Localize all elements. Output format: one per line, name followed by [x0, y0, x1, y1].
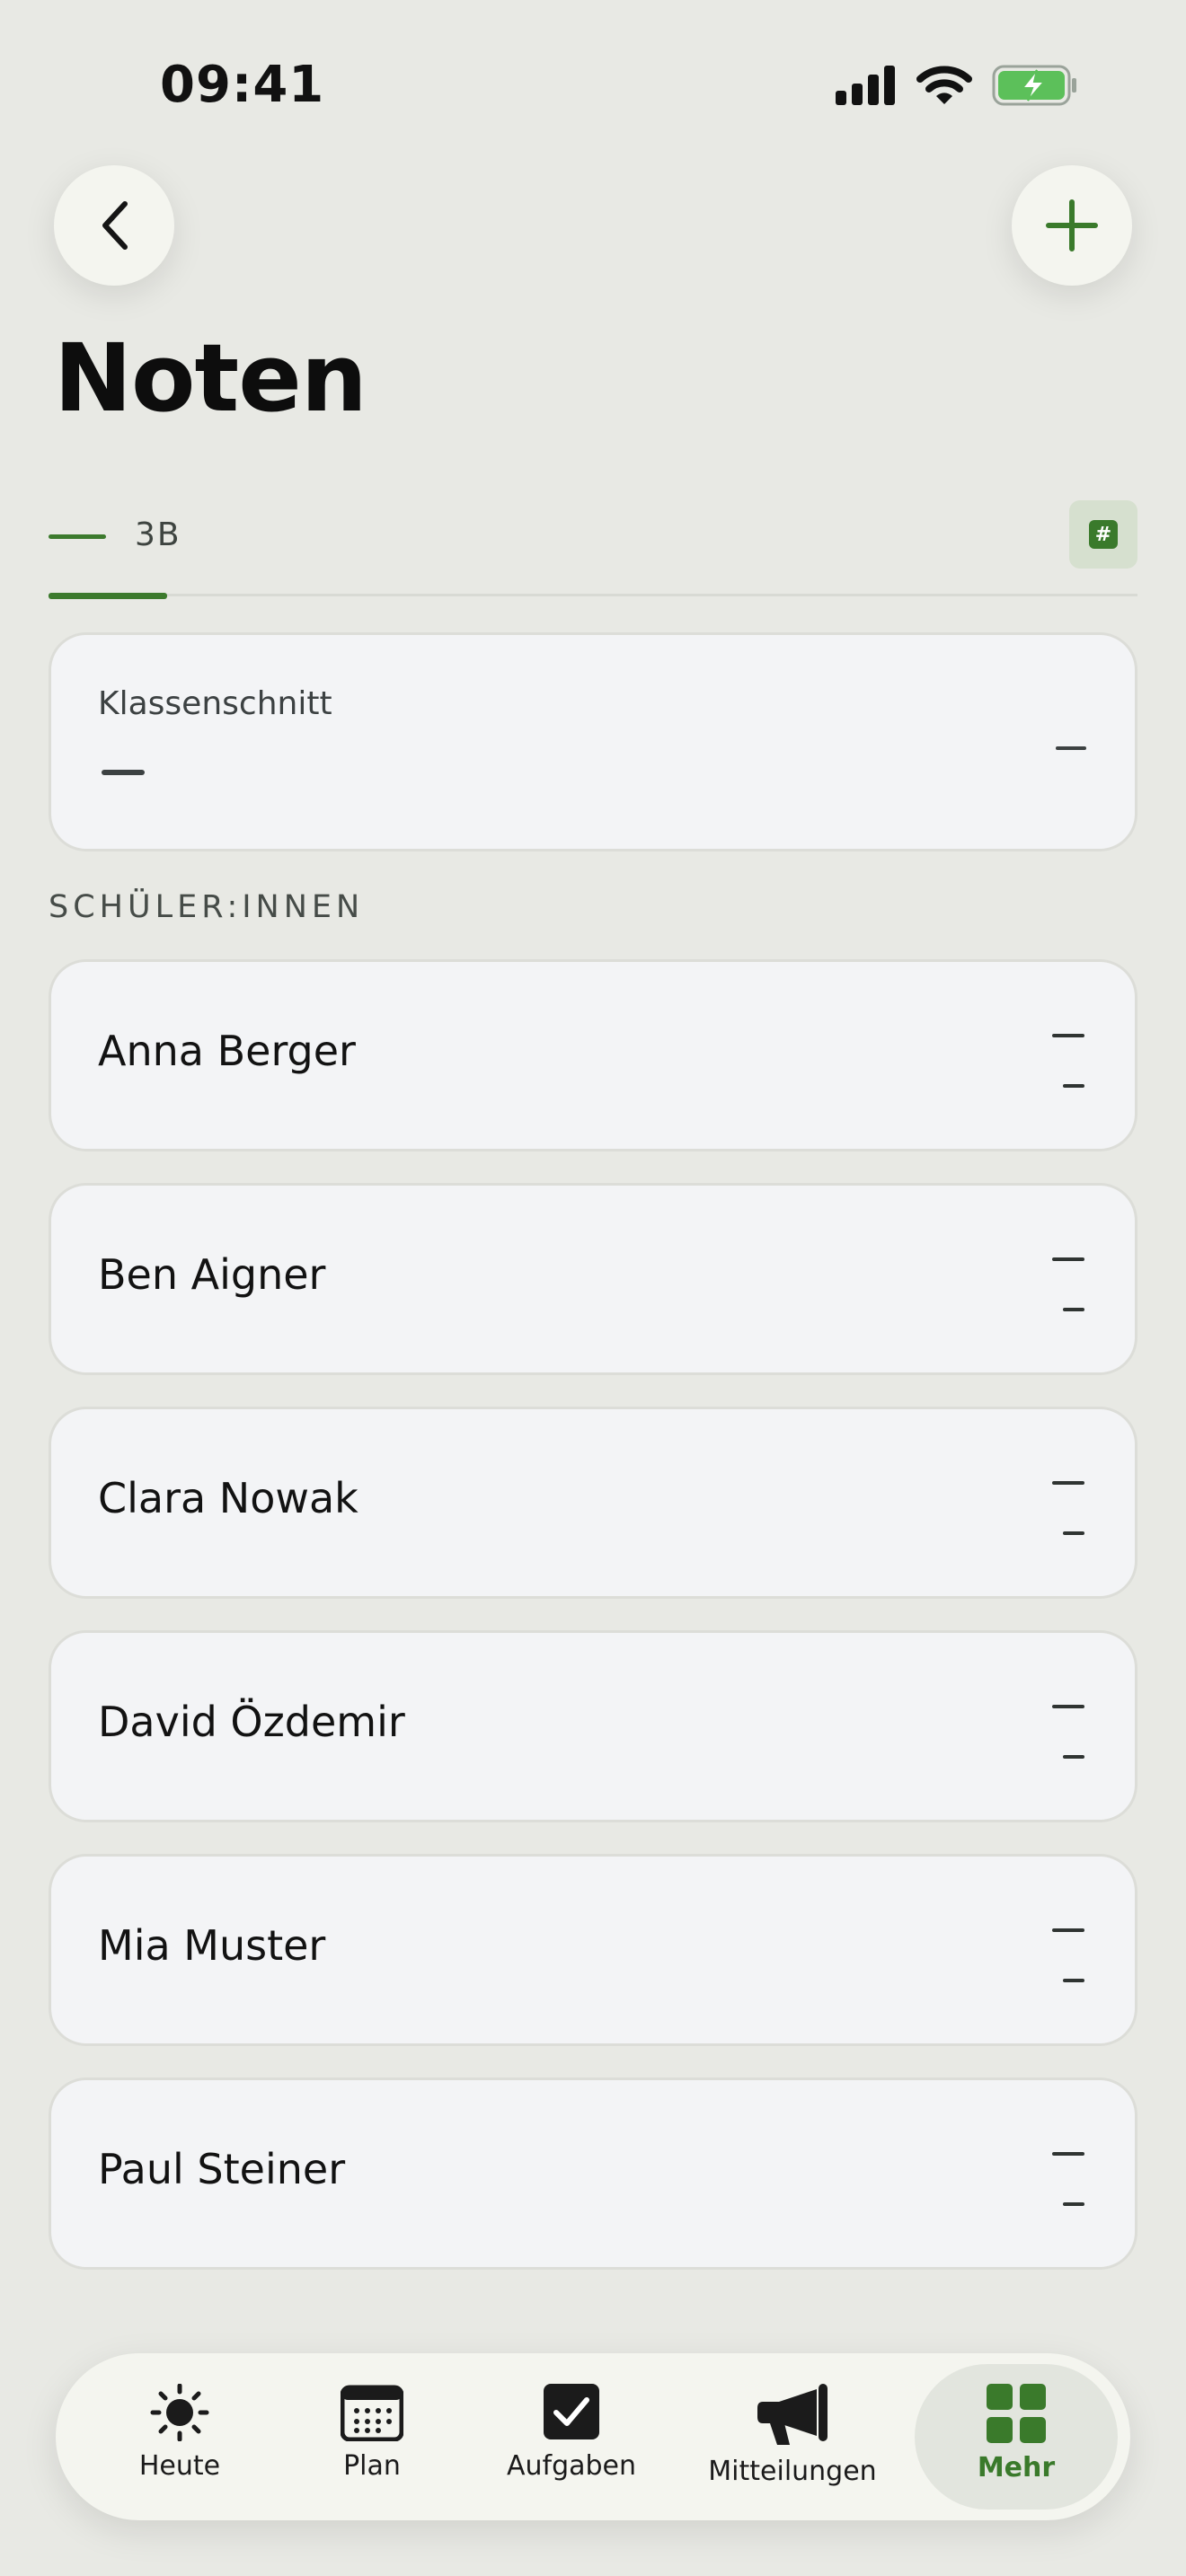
bottom-tab-bar: Heute Plan Aufgaben Mitteilungen Mehr: [56, 2353, 1130, 2520]
chevron-left-icon: [102, 201, 128, 250]
tab-divider: [49, 594, 1137, 596]
grade-placeholder-secondary: [1063, 1531, 1084, 1535]
nav-label: Mehr: [977, 2452, 1056, 2483]
class-average-indicator: [1056, 746, 1086, 750]
grid-icon: [987, 2384, 1046, 2443]
signal-icon: [836, 66, 895, 105]
class-average-value: [102, 770, 145, 775]
nav-mitteilungen[interactable]: Mitteilungen: [703, 2353, 882, 2520]
battery-charging-icon: [992, 65, 1076, 106]
class-tab-bar: 3B #: [49, 498, 1137, 599]
tab-indicator: [49, 534, 106, 539]
student-name: Clara Nowak: [98, 1474, 358, 1522]
student-name: David Özdemir: [98, 1698, 405, 1746]
status-icons: [836, 65, 1078, 106]
student-row[interactable]: Anna Berger: [49, 959, 1137, 1151]
calendar-icon: [341, 2385, 403, 2441]
student-row[interactable]: Ben Aigner: [49, 1183, 1137, 1375]
nav-plan[interactable]: Plan: [309, 2353, 435, 2520]
grade-placeholder-secondary: [1063, 1755, 1084, 1759]
student-name: Ben Aigner: [98, 1250, 326, 1299]
student-name: Mia Muster: [98, 1921, 326, 1970]
class-average-card: Klassenschnitt: [49, 632, 1137, 851]
nav-mehr[interactable]: Mehr: [940, 2353, 1093, 2520]
nav-label: Heute: [138, 2450, 221, 2482]
grade-placeholder: [1052, 1928, 1084, 1932]
student-row[interactable]: David Özdemir: [49, 1630, 1137, 1822]
hash-button[interactable]: #: [1069, 500, 1137, 569]
tab-active-underline: [49, 593, 167, 599]
student-name: Paul Steiner: [98, 2145, 346, 2193]
grade-placeholder: [1052, 1481, 1084, 1485]
grade-placeholder-secondary: [1063, 1084, 1084, 1088]
grade-placeholder: [1052, 1034, 1084, 1037]
class-average-label: Klassenschnitt: [98, 685, 332, 722]
sun-icon: [150, 2384, 209, 2441]
nav-aufgaben[interactable]: Aufgaben: [491, 2353, 652, 2520]
student-name: Anna Berger: [98, 1027, 356, 1075]
plus-icon: [1046, 199, 1098, 251]
student-row[interactable]: Mia Muster: [49, 1854, 1137, 2046]
page-title: Noten: [54, 323, 367, 433]
nav-label: Mitteilungen: [708, 2456, 877, 2487]
add-button[interactable]: [1012, 165, 1132, 286]
nav-label: Plan: [343, 2450, 401, 2482]
grade-placeholder-secondary: [1063, 2202, 1084, 2206]
nav-label: Aufgaben: [506, 2450, 637, 2482]
grade-placeholder: [1052, 1705, 1084, 1708]
grade-placeholder-secondary: [1063, 1979, 1084, 1982]
student-row[interactable]: Paul Steiner: [49, 2078, 1137, 2270]
nav-heute[interactable]: Heute: [117, 2353, 243, 2520]
students-section-label: SCHÜLER:INNEN: [49, 889, 365, 925]
student-row[interactable]: Clara Nowak: [49, 1407, 1137, 1599]
wifi-icon: [916, 66, 972, 104]
status-time: 09:41: [160, 56, 325, 114]
megaphone-icon: [757, 2384, 828, 2445]
grade-placeholder: [1052, 1257, 1084, 1261]
back-button[interactable]: [54, 165, 174, 286]
hash-icon: #: [1089, 520, 1118, 549]
grade-placeholder-secondary: [1063, 1308, 1084, 1311]
checkbox-icon: [544, 2384, 599, 2439]
tab-3b[interactable]: 3B: [135, 516, 181, 553]
grade-placeholder: [1052, 2152, 1084, 2156]
screen: 09:41 Noten 3B # Klassenschnitt SCHÜLER:…: [0, 0, 1186, 2576]
